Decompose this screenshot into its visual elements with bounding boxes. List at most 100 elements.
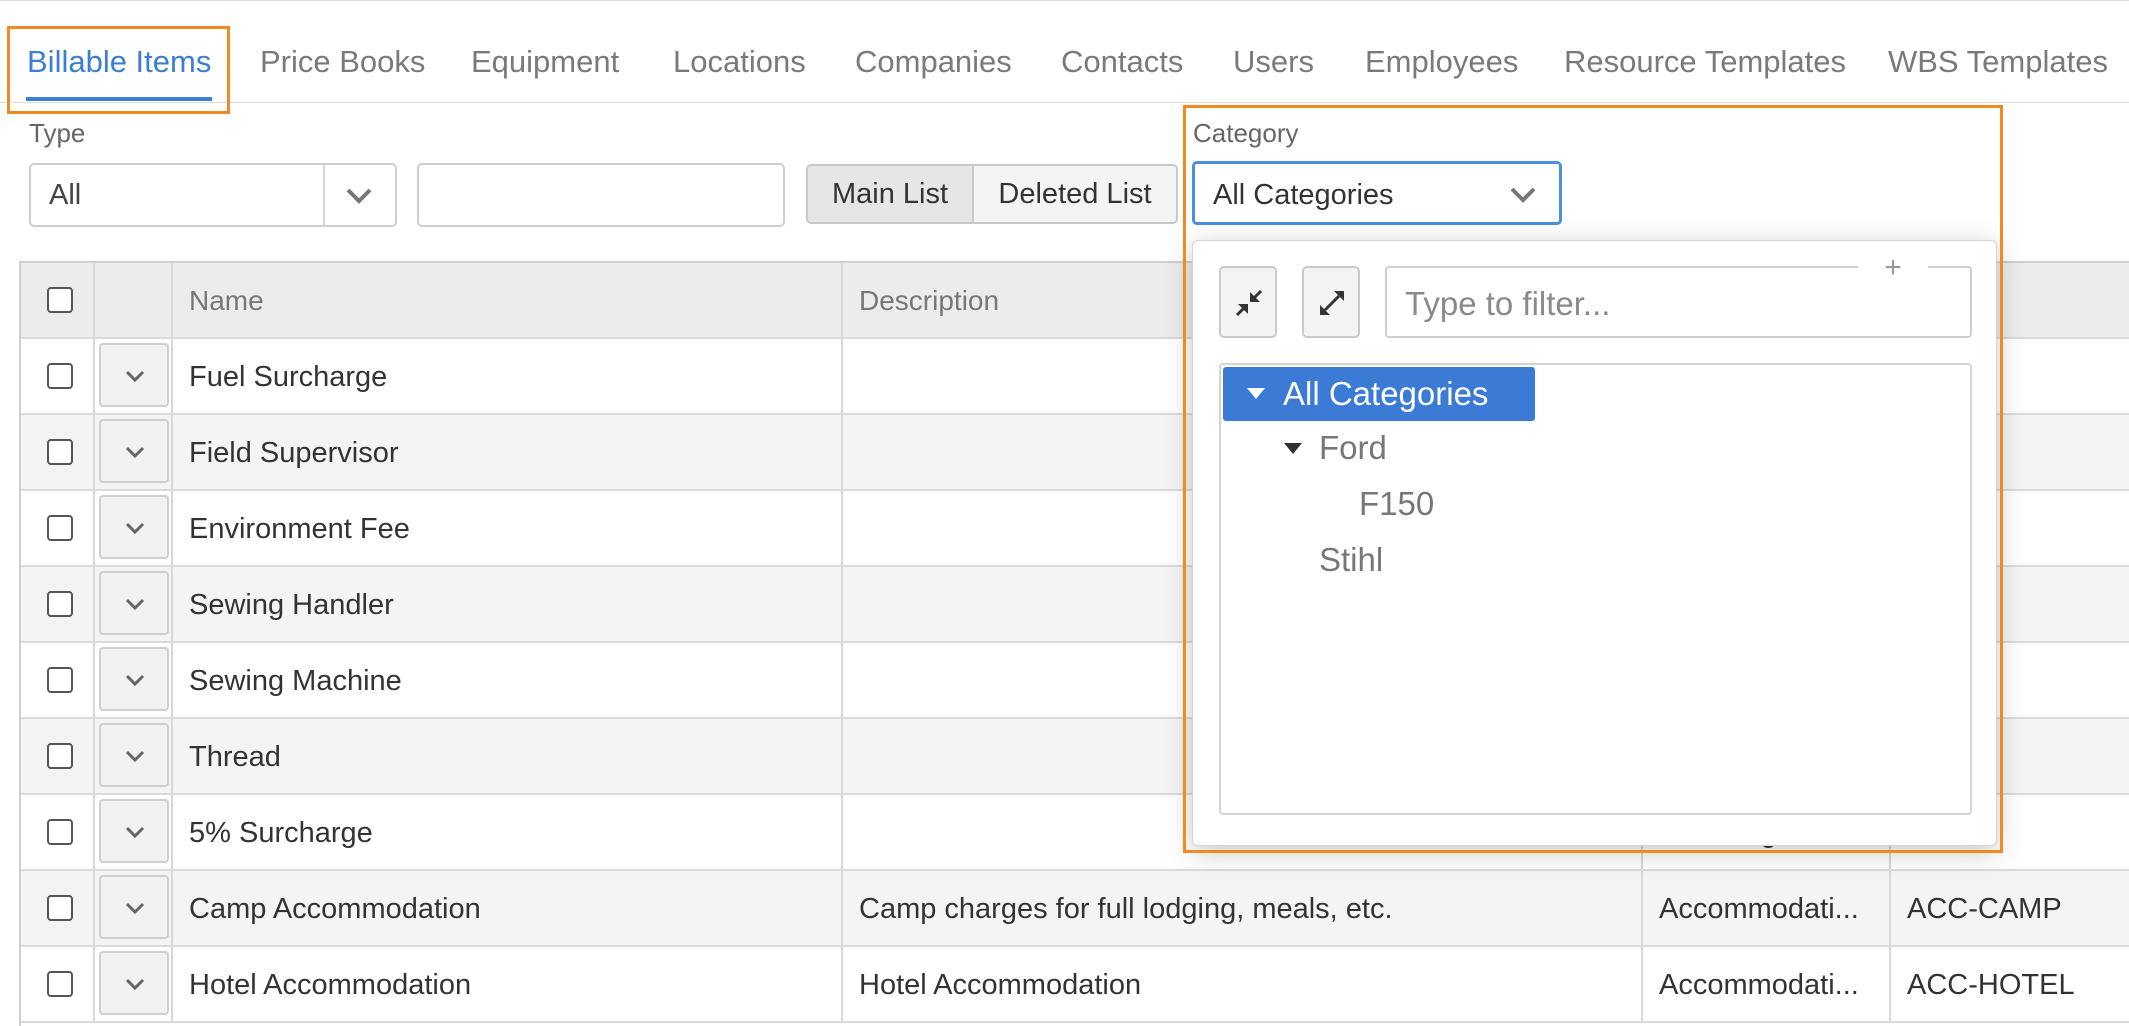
type-cell: Accommodati... xyxy=(1643,871,1891,945)
row-expand-button[interactable] xyxy=(99,951,169,1015)
row-expand-button[interactable] xyxy=(99,571,169,635)
chevron-down-icon xyxy=(125,826,145,838)
row-expand-cell xyxy=(95,339,173,413)
row-select-cell xyxy=(21,339,95,413)
description-cell: Camp charges for full lodging, meals, et… xyxy=(843,871,1643,945)
code-cell-text: ACC-CAMP xyxy=(1907,893,2062,925)
row-expand-cell xyxy=(95,947,173,1021)
type-cell-text: Accommodati... xyxy=(1659,893,1859,925)
name-cell: Sewing Handler xyxy=(173,567,843,641)
row-select-cell xyxy=(21,871,95,945)
row-expand-cell xyxy=(95,795,173,869)
category-highlight-box xyxy=(1183,105,2003,853)
row-expand-cell xyxy=(95,643,173,717)
name-column-header[interactable]: Name xyxy=(173,263,843,337)
row-select-cell xyxy=(21,567,95,641)
name-cell-text: Field Supervisor xyxy=(189,437,399,469)
select-all-checkbox[interactable] xyxy=(47,287,73,313)
tab-highlight-box xyxy=(7,26,230,114)
main-list-button[interactable]: Main List xyxy=(806,164,974,224)
chevron-down-icon xyxy=(125,750,145,762)
row-expand-cell xyxy=(95,871,173,945)
code-cell: ACC-CAMP xyxy=(1891,871,2129,945)
chevron-down-icon xyxy=(125,370,145,382)
name-cell: Camp Accommodation xyxy=(173,871,843,945)
row-select-cell xyxy=(21,643,95,717)
row-checkbox[interactable] xyxy=(47,743,73,769)
row-expand-button[interactable] xyxy=(99,343,169,407)
chevron-down-icon xyxy=(125,902,145,914)
name-cell-text: Sewing Handler xyxy=(189,589,394,621)
row-checkbox[interactable] xyxy=(47,515,73,541)
description-cell-text: Camp charges for full lodging, meals, et… xyxy=(859,893,1393,925)
description-cell-text: Hotel Accommodation xyxy=(859,969,1142,1001)
type-cell: Accommodati... xyxy=(1643,947,1891,1021)
row-select-cell xyxy=(21,795,95,869)
tab-equipment[interactable]: Equipment xyxy=(471,44,619,80)
table-row[interactable]: Hotel Accommodation Hotel Accommodation Ac… xyxy=(21,947,2129,1023)
deleted-list-button[interactable]: Deleted List xyxy=(974,164,1178,224)
row-expand-button[interactable] xyxy=(99,723,169,787)
row-select-cell xyxy=(21,947,95,1021)
row-expand-button[interactable] xyxy=(99,647,169,711)
row-expand-cell xyxy=(95,567,173,641)
code-cell-text: ACC-HOTEL xyxy=(1907,969,2075,1001)
select-all-cell xyxy=(21,263,95,337)
name-cell: Sewing Machine xyxy=(173,643,843,717)
tab-companies[interactable]: Companies xyxy=(855,44,1012,80)
type-cell-text: Accommodati... xyxy=(1659,969,1859,1001)
chevron-down-icon xyxy=(125,522,145,534)
name-cell-text: Sewing Machine xyxy=(189,665,402,697)
name-cell: Thread xyxy=(173,719,843,793)
tab-bar: Billable Items Price Books Equipment Loc… xyxy=(0,0,2129,103)
chevron-down-icon xyxy=(125,674,145,686)
row-expand-cell xyxy=(95,415,173,489)
row-select-cell xyxy=(21,719,95,793)
row-checkbox[interactable] xyxy=(47,667,73,693)
chevron-down-icon xyxy=(125,978,145,990)
tab-locations[interactable]: Locations xyxy=(673,44,806,80)
row-checkbox[interactable] xyxy=(47,363,73,389)
type-select-value: All xyxy=(49,179,82,211)
row-expand-cell xyxy=(95,719,173,793)
row-expand-button[interactable] xyxy=(99,419,169,483)
row-expand-button[interactable] xyxy=(99,875,169,939)
expand-column-header xyxy=(95,263,173,337)
tab-resource-templates[interactable]: Resource Templates xyxy=(1564,44,1846,80)
select-divider xyxy=(323,165,325,225)
tab-users[interactable]: Users xyxy=(1233,44,1314,80)
name-cell-text: Fuel Surcharge xyxy=(189,361,388,393)
row-expand-button[interactable] xyxy=(99,799,169,863)
name-cell-text: Environment Fee xyxy=(189,513,410,545)
row-checkbox[interactable] xyxy=(47,591,73,617)
name-cell-text: Hotel Accommodation xyxy=(189,969,472,1001)
tab-wbs-templates[interactable]: WBS Templates xyxy=(1888,44,2108,80)
row-checkbox[interactable] xyxy=(47,819,73,845)
name-cell: Environment Fee xyxy=(173,491,843,565)
row-checkbox[interactable] xyxy=(47,971,73,997)
name-cell-text: Camp Accommodation xyxy=(189,893,481,925)
name-cell: Fuel Surcharge xyxy=(173,339,843,413)
name-cell: Hotel Accommodation xyxy=(173,947,843,1021)
type-select[interactable]: All xyxy=(29,163,397,227)
code-cell: ACC-HOTEL xyxy=(1891,947,2129,1021)
name-cell: Field Supervisor xyxy=(173,415,843,489)
name-cell: 5% Surcharge xyxy=(173,795,843,869)
tab-employees[interactable]: Employees xyxy=(1365,44,1518,80)
row-checkbox[interactable] xyxy=(47,895,73,921)
row-select-cell xyxy=(21,491,95,565)
type-label: Type xyxy=(29,118,86,148)
tab-contacts[interactable]: Contacts xyxy=(1061,44,1183,80)
table-row[interactable]: Camp Accommodation Camp charges for full … xyxy=(21,871,2129,947)
chevron-down-icon xyxy=(125,598,145,610)
row-expand-button[interactable] xyxy=(99,495,169,559)
name-cell-text: 5% Surcharge xyxy=(189,817,373,849)
chevron-down-icon xyxy=(346,188,372,204)
row-select-cell xyxy=(21,415,95,489)
description-cell: Hotel Accommodation xyxy=(843,947,1643,1021)
row-expand-cell xyxy=(95,491,173,565)
row-checkbox[interactable] xyxy=(47,439,73,465)
search-input[interactable] xyxy=(417,163,785,227)
chevron-down-icon xyxy=(125,446,145,458)
tab-price-books[interactable]: Price Books xyxy=(260,44,425,80)
